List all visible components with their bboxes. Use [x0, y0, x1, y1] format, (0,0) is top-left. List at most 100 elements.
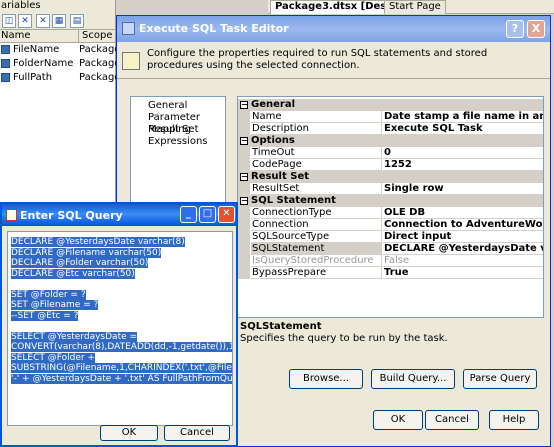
property-row-selected[interactable]: SQLStatement DECLARE @YesterdaysDate var…	[238, 243, 543, 255]
filter-icon[interactable]: ✕	[36, 14, 50, 28]
property-value[interactable]: True	[383, 267, 543, 279]
property-row[interactable]: SQLSourceType Direct input	[238, 231, 543, 243]
variable-icon	[1, 73, 10, 82]
query-line: DECLARE @YesterdaysDate varchar(8)	[11, 237, 185, 247]
sql-query-textarea[interactable]: DECLARE @YesterdaysDate varchar(8) DECLA…	[7, 231, 233, 426]
query-line: DECLARE @Etc varchar(50)	[11, 268, 135, 279]
property-value[interactable]: Connection to AdventureWorks	[383, 219, 543, 231]
help-button[interactable]: Help	[489, 410, 539, 430]
task-description-icon	[122, 52, 140, 70]
collapse-icon[interactable]: −	[240, 137, 248, 145]
property-help-text: Specifies the query to be run by the tas…	[240, 333, 448, 344]
category-sql-statement[interactable]: − SQL Statement	[238, 195, 543, 207]
document-tabs: Package3.dtsx [Design]* Start Page	[268, 0, 554, 14]
property-value[interactable]: Single row	[383, 183, 543, 195]
property-row[interactable]: CodePage 1252	[238, 159, 543, 171]
variable-name: FullPath	[13, 72, 53, 83]
query-line: SUBSTRING(@Filename,1,CHARINDEX('.txt',@…	[11, 363, 232, 374]
property-name: SQLStatement	[251, 243, 382, 255]
build-query-button[interactable]: Build Query...	[371, 369, 455, 389]
ok-button[interactable]: OK	[373, 410, 423, 430]
property-name: Connection	[251, 219, 382, 231]
property-value[interactable]: DECLARE @YesterdaysDate varchar(8)	[383, 243, 543, 255]
parse-query-button[interactable]: Parse Query	[463, 369, 537, 389]
collapse-icon[interactable]: −	[240, 173, 248, 181]
collapse-icon[interactable]: −	[240, 101, 248, 109]
query-line: DECLARE @Folder varchar(50)	[11, 258, 149, 268]
category-options[interactable]: − Options	[238, 135, 543, 147]
property-name: CodePage	[251, 159, 382, 171]
collapse-icon[interactable]: −	[240, 197, 248, 205]
property-row[interactable]: Description Execute SQL Task	[238, 123, 543, 135]
delete-variable-icon[interactable]: ✕	[18, 14, 32, 28]
editor-titlebar[interactable]: Execute SQL Task Editor ? X	[117, 16, 550, 42]
query-dialog-titlebar[interactable]: Enter SQL Query _ □ ✕	[2, 204, 236, 226]
property-name: ConnectionType	[251, 207, 382, 219]
nav-item-expressions[interactable]: Expressions	[148, 136, 208, 148]
property-value[interactable]: Execute SQL Task	[383, 123, 543, 135]
property-row[interactable]: ResultSet Single row	[238, 183, 543, 195]
query-line: SELECT @YesterdaysDate =	[11, 331, 138, 342]
property-grid: − General Name Date stamp a file name in…	[237, 96, 544, 318]
property-name: IsQueryStoredProcedure	[251, 255, 382, 267]
maximize-icon[interactable]: □	[199, 206, 216, 223]
property-help-title: SQLStatement	[240, 321, 322, 332]
property-name: BypassPrepare	[251, 267, 382, 279]
property-row[interactable]: ConnectionType OLE DB	[238, 207, 543, 219]
help-icon[interactable]: ?	[506, 20, 524, 38]
variable-name: FileName	[13, 44, 60, 55]
browse-button[interactable]: Browse...	[289, 369, 363, 389]
name-column-header[interactable]: Name	[1, 30, 31, 41]
property-row[interactable]: Name Date stamp a file name in an Execut…	[238, 111, 543, 123]
variable-icon	[1, 59, 10, 68]
close-icon[interactable]: X	[527, 20, 545, 38]
property-row[interactable]: TimeOut 0	[238, 147, 543, 159]
query-line: SELECT @Folder +	[11, 352, 95, 363]
property-row[interactable]: BypassPrepare True	[238, 267, 543, 279]
property-value: False	[383, 255, 543, 267]
property-name: ResultSet	[251, 183, 382, 195]
property-value[interactable]: OLE DB	[383, 207, 543, 219]
nav-item-result-set[interactable]: Result Set	[148, 124, 199, 136]
tab-start-page[interactable]: Start Page	[384, 0, 446, 14]
query-line: DECLARE @Filename varchar(50)	[11, 247, 162, 258]
property-value[interactable]: Date stamp a file name in an Execute S	[383, 111, 543, 123]
grid-options-icon[interactable]: ▤	[70, 14, 84, 28]
minimize-icon[interactable]: _	[180, 206, 197, 223]
property-value[interactable]: Direct input	[383, 231, 543, 243]
query-line: SET @Folder = ?	[11, 289, 86, 300]
query-ok-button[interactable]: OK	[100, 425, 158, 441]
filter-options-icon[interactable]: ▦	[52, 14, 66, 28]
nav-item-general[interactable]: General	[148, 100, 187, 112]
property-row[interactable]: Connection Connection to AdventureWorks	[238, 219, 543, 231]
query-line	[11, 321, 229, 332]
property-value[interactable]: 0	[383, 147, 543, 159]
variables-header: Name Scope	[0, 30, 115, 43]
variable-row[interactable]: FolderName Package3	[0, 57, 127, 71]
query-line: SET @Filename = ?	[11, 300, 99, 310]
variable-row[interactable]: FileName Package3	[0, 43, 127, 57]
category-result-set[interactable]: − Result Set	[238, 171, 543, 183]
query-line	[11, 279, 229, 290]
task-editor-icon	[122, 22, 135, 35]
property-value[interactable]: 1252	[383, 159, 543, 171]
category-general[interactable]: − General	[238, 99, 543, 111]
property-name: Name	[251, 111, 382, 123]
property-name: SQLSourceType	[251, 231, 382, 243]
query-dialog-icon	[6, 209, 17, 221]
variable-icon	[1, 45, 10, 54]
cancel-button[interactable]: Cancel	[425, 410, 479, 430]
property-name: TimeOut	[251, 147, 382, 159]
variables-toolbar: ◫ ✕ ✕ ▦ ▤	[0, 12, 115, 30]
scope-column-header[interactable]: Scope	[78, 30, 112, 43]
enter-sql-query-dialog: Enter SQL Query _ □ ✕ DECLARE @Yesterday…	[0, 202, 238, 447]
add-variable-icon[interactable]: ◫	[2, 14, 16, 28]
divider	[117, 78, 550, 79]
variables-panel-title: ariables	[0, 0, 115, 12]
property-row[interactable]: IsQueryStoredProcedure False	[238, 255, 543, 267]
query-cancel-button[interactable]: Cancel	[164, 425, 230, 441]
query-line: --SET @Etc = ?	[11, 310, 79, 321]
variable-row[interactable]: FullPath Package3	[0, 71, 127, 85]
close-icon[interactable]: ✕	[218, 206, 235, 223]
editor-title: Execute SQL Task Editor	[139, 22, 289, 35]
